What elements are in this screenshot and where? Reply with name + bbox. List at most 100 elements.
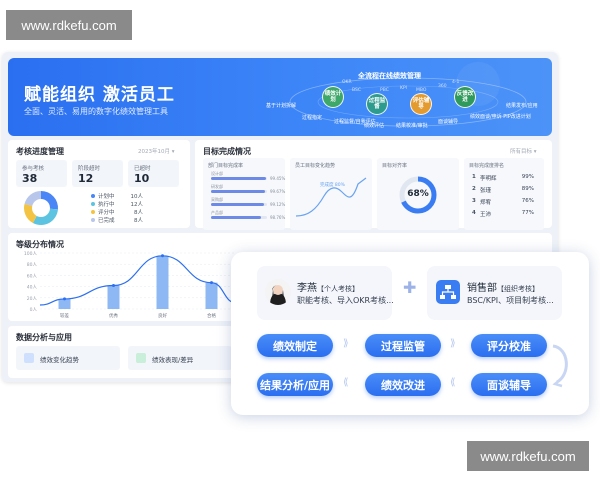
banner-title: 赋能组织 激活员工 bbox=[24, 85, 175, 105]
method-tag: MBO bbox=[416, 88, 427, 93]
person-name: 李燕【个人考核】 bbox=[297, 283, 359, 294]
flow-title: 全流程在线绩效管理 bbox=[358, 72, 421, 80]
progress-card: 考核进度管理 2023年10月 ▾ 参与考核 38 阶段超时 12 已超时 10… bbox=[8, 140, 190, 228]
ranking-row: 4 王沛 77% bbox=[472, 210, 534, 218]
legend-item: 已完成 8人 bbox=[91, 216, 143, 224]
step-interview-coaching[interactable]: 面谈辅导 bbox=[471, 373, 547, 396]
curve-point bbox=[63, 297, 66, 301]
bar-fill bbox=[211, 216, 262, 219]
arrow-left-icon: ⟪ bbox=[450, 377, 456, 388]
bar bbox=[107, 285, 120, 309]
org-chart-icon bbox=[436, 280, 460, 304]
step-set-performance[interactable]: 绩效制定 bbox=[257, 334, 333, 357]
analysis-title: 数据分析与应用 bbox=[16, 333, 72, 342]
method-tag: OKR bbox=[342, 80, 352, 85]
curve-point bbox=[112, 283, 115, 287]
personal-review-card[interactable]: 李燕【个人考核】 职能考核、导入OKR考核... bbox=[257, 266, 394, 320]
arrow-right-icon: ⟫ bbox=[450, 338, 456, 349]
stat-overdue: 已超时 10 bbox=[128, 160, 179, 187]
trend-note: 完成度 80% bbox=[320, 183, 345, 188]
ranking-panel: 目标完成度排名 1 李明辉 99% 2 张瑾 89% 3 郑宥 76% 4 王沛 77% bbox=[464, 158, 544, 230]
flow-label: 基于计划拆解 bbox=[266, 103, 297, 109]
x-tick-label: 优秀 bbox=[109, 312, 118, 319]
method-tag: BSC bbox=[352, 88, 362, 93]
curve-point bbox=[161, 254, 164, 258]
stat-value: 12 bbox=[78, 172, 94, 185]
alignment-value: 68% bbox=[407, 189, 429, 199]
bar-fill bbox=[211, 177, 267, 180]
method-tag: 4-1 bbox=[452, 80, 460, 85]
stat-label: 阶段超时 bbox=[78, 166, 101, 172]
curve-point bbox=[210, 281, 213, 285]
hero-banner: 赋能组织 激活员工 全面、灵活、易用的数字化绩效管理工具 全流程在线绩效管理 绩… bbox=[8, 58, 552, 136]
y-tick-label: 80人 bbox=[27, 262, 38, 268]
flow-label: 绩效评估 bbox=[364, 123, 385, 129]
analysis-item[interactable]: 绩效变化趋势 bbox=[16, 346, 120, 370]
bar bbox=[156, 255, 169, 309]
step-process-supervision[interactable]: 过程监管 bbox=[365, 334, 441, 357]
bar-value: 99.45% bbox=[270, 176, 286, 181]
flow-node-plan[interactable]: 绩效计划 bbox=[322, 86, 344, 108]
bar-fill bbox=[211, 203, 264, 206]
arrow-right-icon: ⟫ bbox=[343, 338, 349, 349]
y-tick-label: 60人 bbox=[27, 273, 38, 279]
dept-rate-panel: 部门目标完成率 设计部 99.45% 研发部 99.67% 采购部 99.12%… bbox=[203, 158, 285, 230]
ranking-row: 2 张瑾 89% bbox=[472, 186, 534, 194]
dept-name: 销售部【组织考核】 bbox=[467, 283, 539, 294]
org-review-card[interactable]: 销售部【组织考核】 BSC/KPI、项目制考核... bbox=[427, 266, 562, 320]
trend-line-chart bbox=[295, 177, 367, 217]
stat-value: 10 bbox=[134, 172, 150, 185]
stat-value: 38 bbox=[22, 172, 38, 185]
workflow-card: 李燕【个人考核】 职能考核、导入OKR考核... ✚ 销售部【组织考核】 BSC… bbox=[231, 252, 589, 415]
analysis-item-label: 绩效表现/差异 bbox=[152, 356, 194, 364]
trend-panel: 员工目标变化趋势 完成度 80% bbox=[290, 158, 372, 230]
stat-participants: 参与考核 38 bbox=[16, 160, 67, 187]
flow-label: 过程指定 bbox=[302, 115, 323, 121]
alignment-panel: 目标对齐率 68% bbox=[377, 158, 459, 230]
banner-subtitle: 全面、灵活、易用的数字化绩效管理工具 bbox=[24, 107, 168, 116]
stat-stage-overdue: 阶段超时 12 bbox=[72, 160, 123, 187]
goal-filter[interactable]: 所有目标 ▾ bbox=[510, 147, 537, 155]
progress-title: 考核进度管理 bbox=[16, 147, 64, 156]
flow-label: 面谈辅导 bbox=[438, 119, 459, 125]
x-tick-label: 合格 bbox=[207, 312, 216, 319]
x-tick-label: 良好 bbox=[158, 312, 167, 319]
performance-icon bbox=[136, 353, 146, 363]
method-tag: KPI bbox=[400, 86, 407, 91]
flow-label: 结果发布/应用 bbox=[506, 103, 538, 109]
legend-item: 评分中 8人 bbox=[91, 208, 143, 216]
grade-distribution-chart: 100人 80人 60人 40人 20人 0人较差 优秀 良好 合格 bbox=[24, 251, 237, 319]
bar bbox=[205, 282, 218, 309]
loop-arrow-icon bbox=[552, 344, 568, 388]
flow-node-assess[interactable]: 评估辅导 bbox=[410, 93, 432, 115]
bar-value: 99.67% bbox=[270, 189, 286, 194]
stat-label: 参与考核 bbox=[22, 166, 45, 172]
panel-title: 目标完成度排名 bbox=[469, 163, 505, 169]
y-tick-label: 0人 bbox=[30, 307, 38, 313]
bar-fill bbox=[211, 190, 266, 193]
flow-node-monitor[interactable]: 过程监督 bbox=[366, 93, 388, 115]
arrow-left-icon: ⟪ bbox=[343, 377, 349, 388]
flow-node-feedback[interactable]: 反馈改进 bbox=[454, 86, 476, 108]
step-performance-improvement[interactable]: 绩效改进 bbox=[365, 373, 441, 396]
y-tick-label: 40人 bbox=[27, 285, 38, 291]
y-tick-label: 20人 bbox=[27, 296, 38, 302]
analysis-item[interactable]: 绩效表现/差异 bbox=[128, 346, 232, 370]
panel-title: 目标对齐率 bbox=[382, 163, 408, 169]
x-tick-label: 较差 bbox=[60, 312, 69, 319]
step-result-analysis[interactable]: 结果分析/应用 bbox=[257, 373, 333, 396]
step-score-calibration[interactable]: 评分校准 bbox=[471, 334, 547, 357]
goals-title: 目标完成情况 bbox=[203, 147, 251, 156]
bar-value: 99.12% bbox=[270, 202, 286, 207]
period-select[interactable]: 2023年10月 ▾ bbox=[138, 147, 175, 155]
ranking-row: 1 李明辉 99% bbox=[472, 174, 534, 182]
person-description: 职能考核、导入OKR考核... bbox=[297, 296, 394, 305]
progress-donut bbox=[23, 191, 58, 225]
method-tag: 360 bbox=[438, 84, 447, 89]
panel-title: 部门目标完成率 bbox=[208, 163, 244, 169]
legend-item: 计划中 10人 bbox=[91, 192, 143, 200]
watermark-bottom: www.rdkefu.com bbox=[467, 441, 589, 471]
ranking-row: 3 郑宥 76% bbox=[472, 198, 534, 206]
panel-title: 员工目标变化趋势 bbox=[295, 163, 336, 169]
dept-description: BSC/KPI、项目制考核... bbox=[467, 296, 554, 305]
